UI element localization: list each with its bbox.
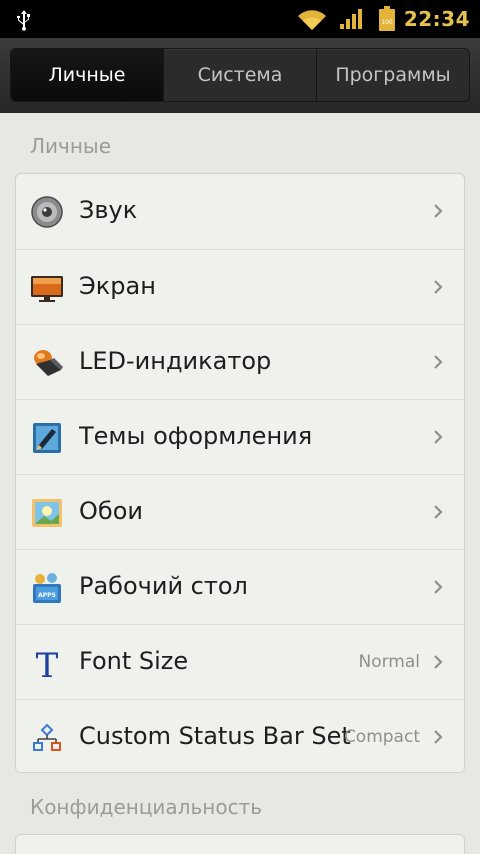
- tab-personal[interactable]: Личные: [11, 49, 163, 101]
- led-lamp-icon: [34, 350, 63, 376]
- chevron-right-icon: [434, 655, 443, 669]
- tab-apps[interactable]: Программы: [316, 49, 469, 101]
- chevron-right-icon: [434, 730, 443, 744]
- font-size-icon: T: [36, 646, 59, 680]
- settings-item-font-size[interactable]: T Font Size Normal: [16, 624, 464, 699]
- chevron-right-icon: [434, 280, 443, 294]
- settings-item-sound[interactable]: Звук: [16, 174, 464, 249]
- settings-item-label: Темы оформления: [79, 422, 313, 450]
- chevron-right-icon: [434, 580, 443, 594]
- section-header-privacy: Конфиденциальность: [30, 795, 263, 819]
- clock: 22:34: [403, 7, 470, 31]
- settings-item-label: Рабочий стол: [79, 572, 248, 600]
- settings-item-label: Экран: [79, 272, 156, 300]
- settings-item-value: Normal: [358, 652, 420, 672]
- tab-group: Личные Система Программы: [10, 48, 470, 102]
- signal-icon: [340, 9, 362, 29]
- settings-item-label: Font Size: [79, 647, 189, 675]
- settings-list-personal: Звук Экран LED-индикатор Темы оформления…: [15, 173, 465, 773]
- chevron-right-icon: [434, 430, 443, 444]
- settings-item-led[interactable]: LED-индикатор: [16, 324, 464, 399]
- settings-item-label: LED-индикатор: [79, 347, 272, 375]
- monitor-icon: [31, 276, 63, 302]
- chevron-right-icon: [434, 204, 443, 218]
- settings-item-wallpaper[interactable]: Обои: [16, 474, 464, 549]
- tab-system[interactable]: Система: [163, 49, 316, 101]
- section-header-personal: Личные: [30, 134, 112, 158]
- status-bar-icon: [33, 723, 61, 751]
- settings-item-screen[interactable]: Экран: [16, 249, 464, 324]
- settings-item-value: Compact: [343, 727, 420, 747]
- battery-icon: 100: [379, 6, 395, 31]
- settings-item-desktop[interactable]: APPS Рабочий стол: [16, 549, 464, 624]
- status-bar: 100 22:34: [0, 0, 480, 38]
- themes-icon: [33, 423, 61, 453]
- svg-text:T: T: [36, 646, 59, 680]
- settings-list-privacy: [15, 834, 465, 854]
- settings-item-label: Custom Status Bar Settings: [79, 722, 351, 750]
- tab-bar: Личные Система Программы: [0, 38, 480, 113]
- desktop-icon: APPS: [33, 573, 61, 603]
- wifi-icon: [298, 10, 326, 31]
- svg-text:100: 100: [381, 19, 393, 26]
- settings-item-label: Звук: [79, 196, 138, 224]
- wallpaper-icon: [32, 499, 62, 527]
- speaker-icon: [31, 196, 63, 228]
- chevron-right-icon: [434, 355, 443, 369]
- settings-item-themes[interactable]: Темы оформления: [16, 399, 464, 474]
- svg-text:APPS: APPS: [38, 592, 56, 599]
- settings-item-label: Обои: [79, 497, 143, 525]
- settings-item-custom-status-bar[interactable]: Custom Status Bar Settings Compact: [16, 699, 464, 772]
- chevron-right-icon: [434, 505, 443, 519]
- usb-icon: [17, 10, 30, 31]
